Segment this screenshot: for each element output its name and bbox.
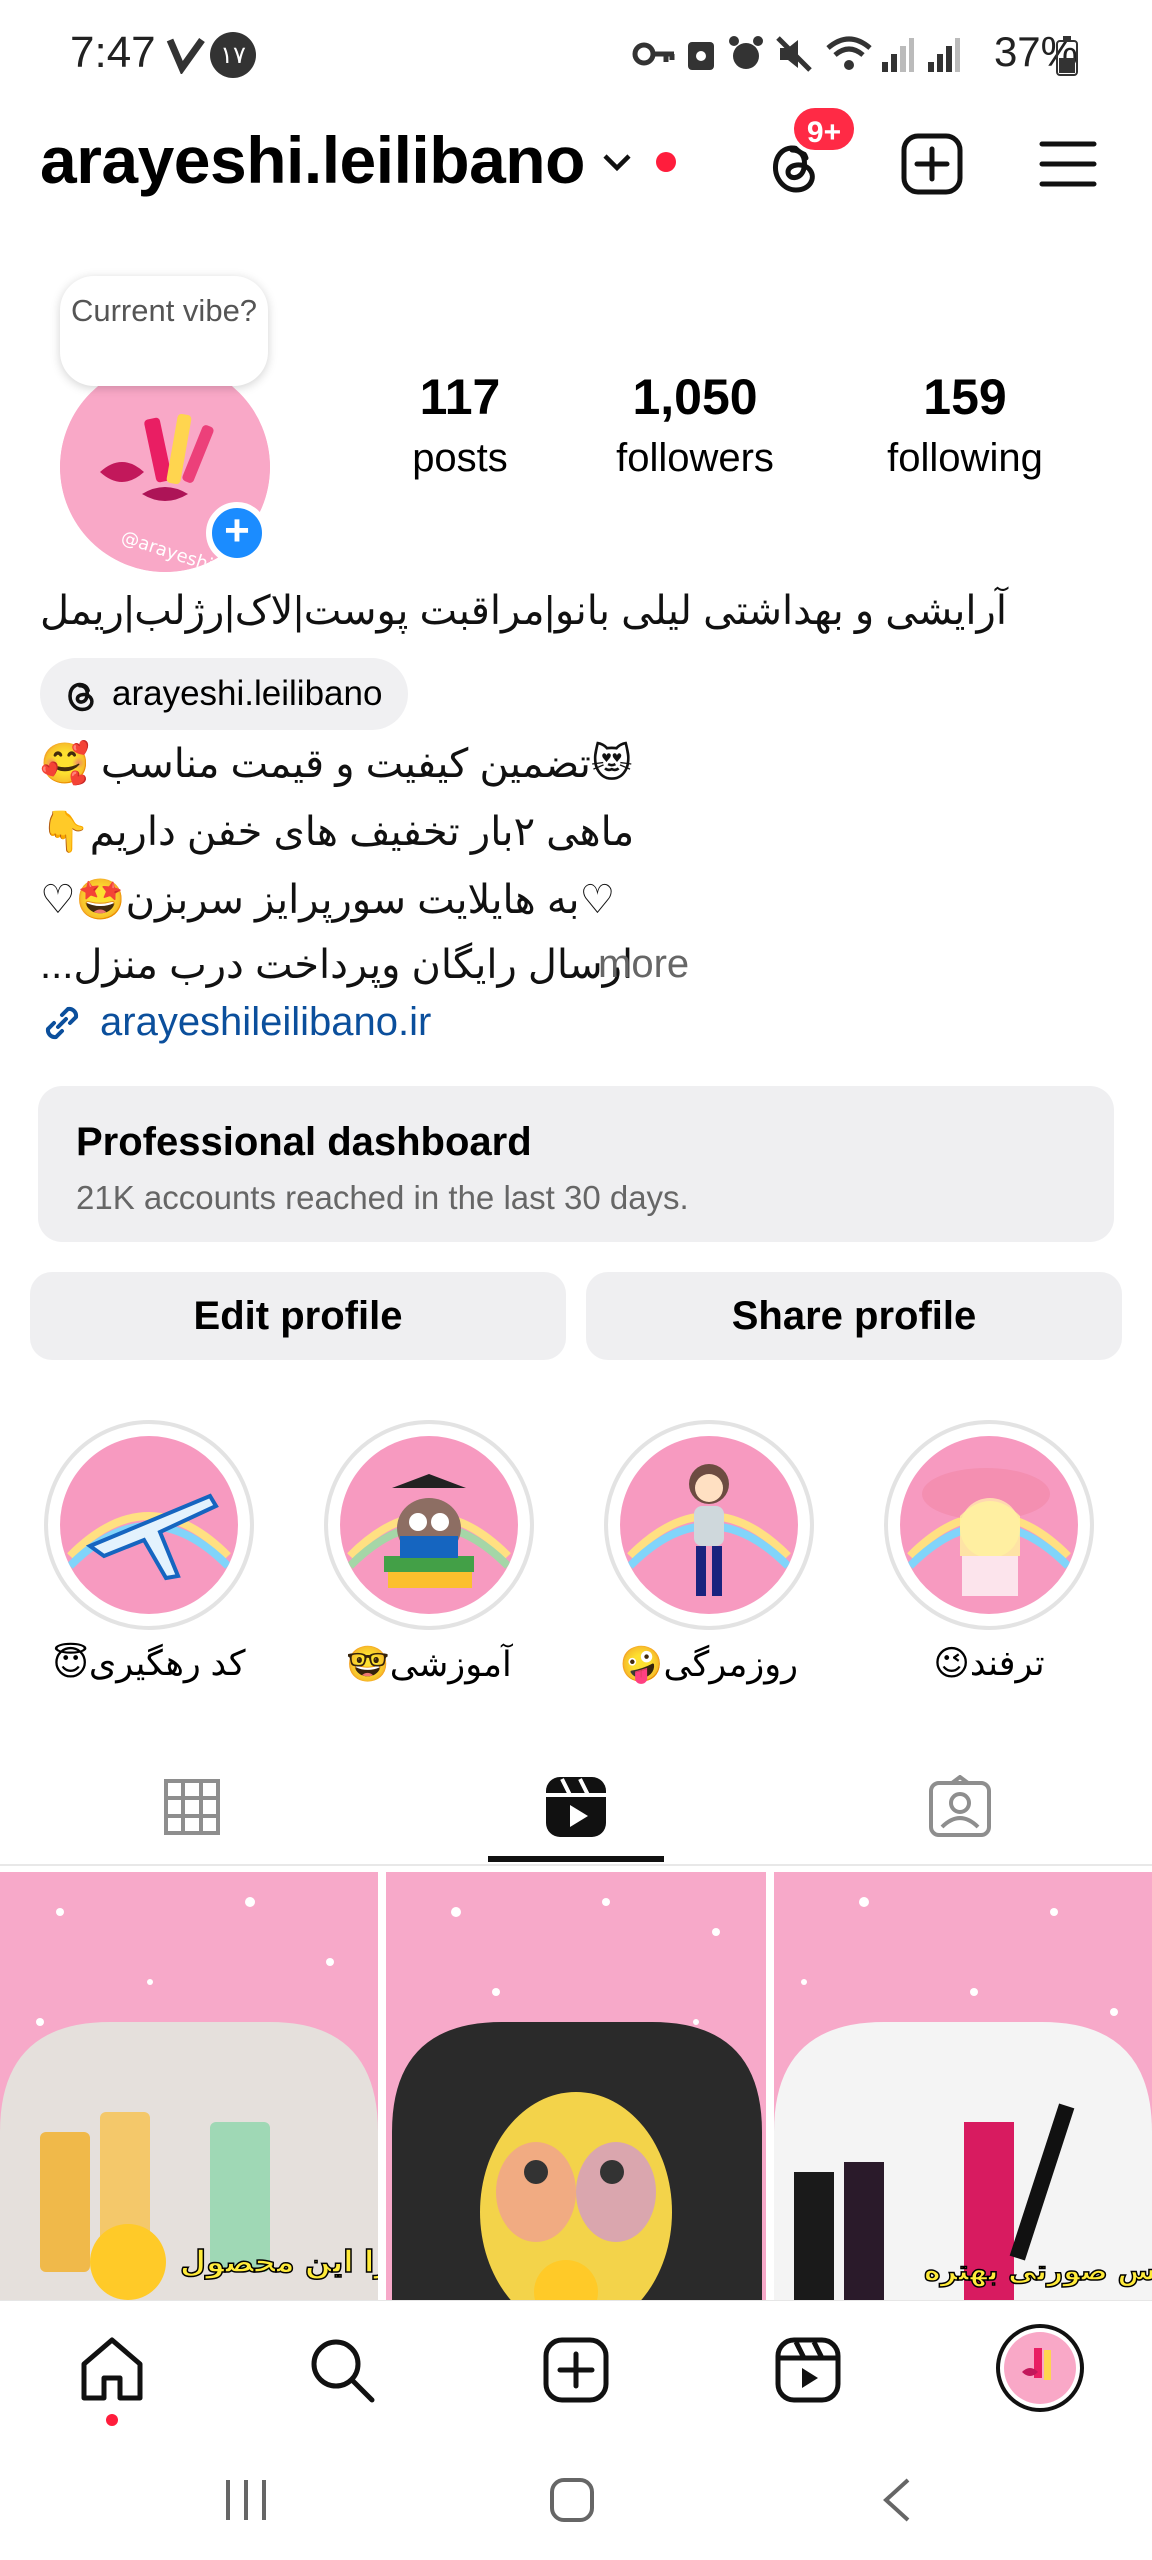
battery-icon — [1056, 36, 1078, 76]
more-link[interactable]: more — [598, 942, 689, 987]
highlight-cover — [60, 1436, 238, 1614]
reel-image: چرا این محصول — [0, 1897, 378, 2300]
wifi-icon — [826, 36, 872, 70]
highlight-ring — [44, 1420, 254, 1630]
stat-posts-label: posts — [412, 436, 508, 480]
signal-icon — [882, 38, 914, 72]
threads-handle: arayeshi.leilibano — [112, 674, 383, 713]
share-profile-button[interactable]: Share profile — [586, 1272, 1122, 1360]
new-post-icon[interactable] — [900, 132, 964, 196]
website-link[interactable]: arayeshileilibano.ir — [40, 1000, 431, 1045]
grid-icon — [164, 1779, 220, 1835]
signal-icon-2 — [928, 38, 960, 72]
bio-line: ارسال رایگان وپرداخت درب منزل... — [40, 943, 634, 987]
status-bar: 7:47 ۱۷ 37% — [0, 0, 1152, 110]
avatar-thumb — [1004, 2332, 1076, 2404]
search-icon[interactable] — [306, 2334, 378, 2406]
active-tab-indicator — [488, 1856, 664, 1862]
threads-icon — [68, 682, 94, 712]
key-icon — [632, 42, 675, 66]
secure-folder-icon — [688, 42, 714, 70]
link-icon — [45, 1006, 79, 1039]
chevron-down-icon[interactable] — [600, 145, 634, 179]
website-url: arayeshileilibano.ir — [100, 1000, 432, 1044]
bio-name: آرایشی و بهداشتی لیلی بانو|مراقبت پوست|ل… — [40, 589, 1007, 633]
highlight-daily[interactable]: روزمرگی🤪 — [604, 1420, 814, 1685]
home-button-icon[interactable] — [548, 2476, 596, 2524]
bio-line: ♡به هایلایت سورپرایز سربزن🤩♡ — [40, 878, 616, 922]
dashboard-subtitle: 21K accounts reached in the last 30 days… — [76, 1179, 689, 1216]
tab-tagged[interactable] — [768, 1752, 1152, 1862]
bio-line: ماهی ۲بار تخفیف های خفن داریم👇 — [40, 810, 635, 854]
threads-badge: 9+ — [790, 104, 858, 154]
system-nav-bar — [0, 2436, 1152, 2560]
highlight-label: آموزشی🤓 — [346, 1645, 512, 1684]
home-icon[interactable] — [76, 2334, 148, 2406]
tab-reels[interactable] — [384, 1752, 768, 1862]
highlight-ring — [884, 1420, 1094, 1630]
stat-followers[interactable]: 1,050 followers — [590, 368, 800, 481]
airplane-icon — [67, 1493, 231, 1581]
stat-following-label: following — [887, 436, 1043, 480]
add-story-button[interactable]: + — [206, 502, 268, 564]
highlight-label: روزمرگی🤪 — [619, 1645, 799, 1684]
highlight-tips[interactable]: ترفند😉 — [884, 1420, 1094, 1684]
stat-followers-value: 1,050 — [632, 369, 758, 425]
dashboard-title: Professional dashboard — [76, 1120, 532, 1164]
reel-caption: چرا این محصول — [180, 2245, 378, 2280]
profile-nav-avatar[interactable] — [996, 2324, 1084, 2412]
username-switcher[interactable]: arayeshi.leilibano — [40, 122, 585, 198]
check-icon — [166, 37, 205, 74]
highlight-ring — [604, 1420, 814, 1630]
tagged-icon — [929, 1775, 991, 1837]
highlight-tutorials[interactable]: آموزشی🤓 — [324, 1420, 534, 1685]
reels-nav-icon[interactable] — [772, 2334, 844, 2406]
highlight-label: کد رهگیری😇 — [52, 1644, 246, 1683]
stat-following[interactable]: 159 following — [864, 368, 1066, 481]
stat-posts[interactable]: 117 posts — [390, 368, 530, 481]
highlight-tracking[interactable]: کد رهگیری😇 — [44, 1420, 254, 1684]
reels-icon — [546, 1777, 606, 1837]
reel-image — [392, 1898, 762, 2300]
highlight-cover — [620, 1436, 798, 1614]
reel-thumbnail[interactable] — [386, 1872, 766, 2300]
professional-dashboard[interactable]: Professional dashboard 21K accounts reac… — [38, 1086, 1114, 1242]
recent-apps-icon[interactable] — [222, 2478, 270, 2522]
reel-thumbnail[interactable]: چرا این محصول — [0, 1872, 378, 2300]
create-icon[interactable] — [540, 2334, 612, 2406]
tab-divider — [0, 1864, 1152, 1866]
highlight-cover — [900, 1436, 1078, 1614]
stat-posts-value: 117 — [419, 369, 501, 425]
owl-books-icon — [347, 1474, 511, 1588]
edit-profile-button[interactable]: Edit profile — [30, 1272, 566, 1360]
woman-hat-icon — [907, 1468, 1071, 1596]
unread-dot — [656, 152, 676, 172]
girl-avatar-icon — [627, 1464, 791, 1596]
alarm-icon — [729, 36, 763, 69]
back-icon[interactable] — [878, 2478, 914, 2522]
status-time: 7:47 — [70, 28, 156, 77]
tab-grid[interactable] — [0, 1752, 384, 1862]
threads-profile-chip[interactable]: arayeshi.leilibano — [40, 658, 409, 730]
menu-icon[interactable] — [1038, 134, 1098, 194]
notification-count-icon: ۱۷ — [210, 32, 256, 78]
highlight-label: ترفند😉 — [933, 1644, 1045, 1683]
mute-icon — [776, 36, 812, 72]
highlight-ring — [324, 1420, 534, 1630]
home-notification-dot — [106, 2414, 118, 2426]
stat-followers-label: followers — [616, 436, 774, 480]
reel-image: اسنس صورتی بهتره — [774, 1897, 1152, 2300]
reel-thumbnail[interactable]: اسنس صورتی بهتره — [774, 1872, 1152, 2300]
current-vibe-note[interactable]: Current vibe? — [60, 276, 268, 386]
reel-caption: اسنس صورتی بهتره — [924, 2254, 1152, 2287]
bio-line: 😻تضمین کیفیت و قیمت مناسب 🥰 — [40, 742, 633, 786]
stat-following-value: 159 — [923, 369, 1007, 425]
highlight-cover — [340, 1436, 518, 1614]
